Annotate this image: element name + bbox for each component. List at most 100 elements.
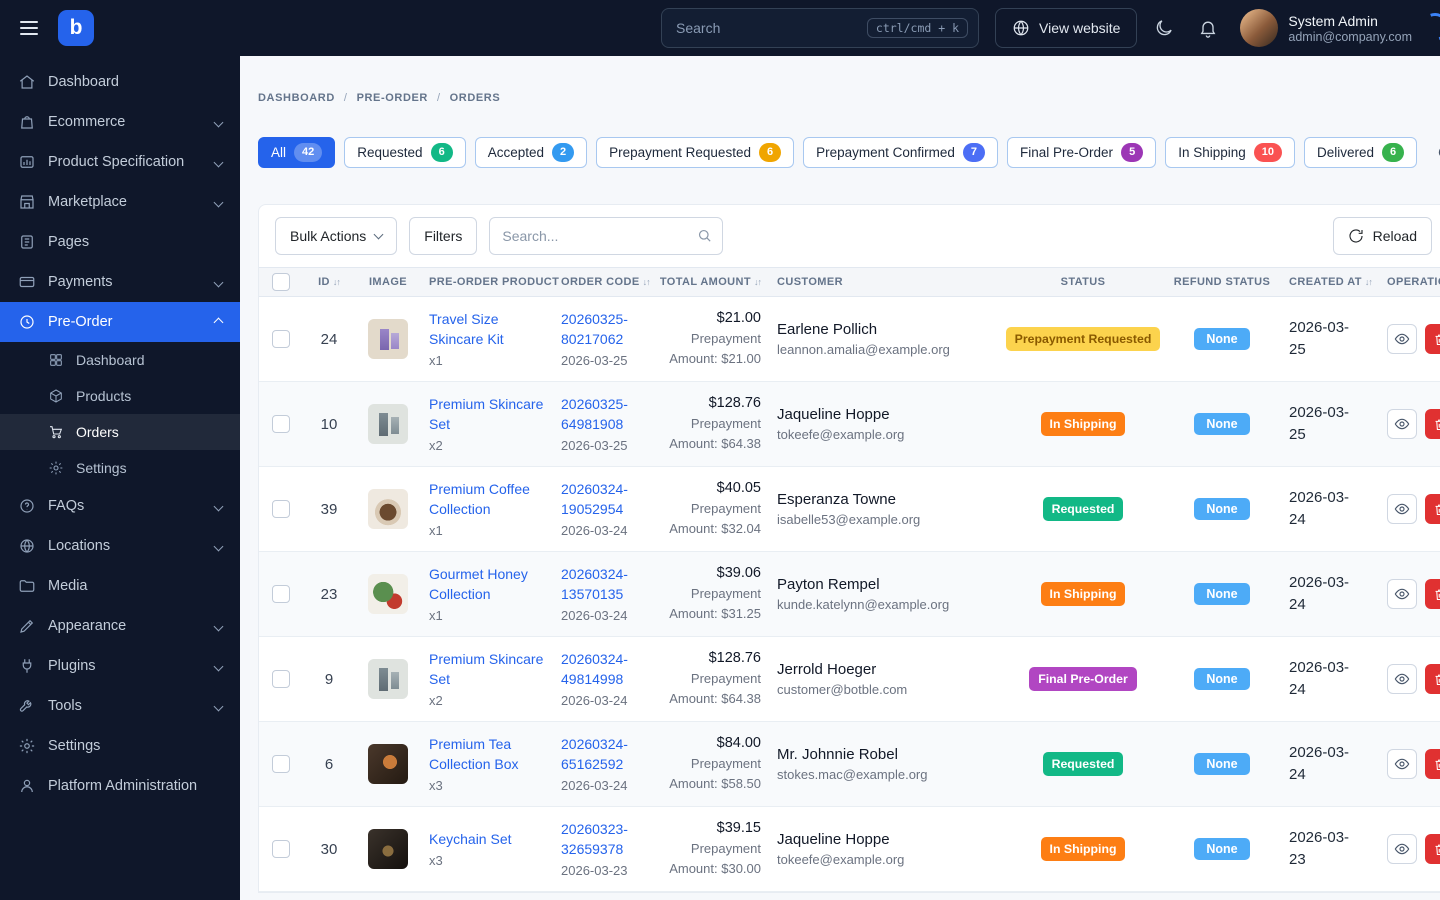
row-select-checkbox[interactable] — [272, 840, 290, 858]
view-order-button[interactable] — [1387, 834, 1417, 864]
row-select-checkbox[interactable] — [272, 670, 290, 688]
sidebar-subitem-orders[interactable]: Orders — [0, 414, 240, 450]
order-code-link[interactable]: 20260324-49814998 — [561, 651, 628, 687]
chevron-down-icon — [213, 277, 224, 287]
row-select-checkbox[interactable] — [272, 415, 290, 433]
row-select-checkbox[interactable] — [272, 330, 290, 348]
delete-order-button[interactable] — [1425, 579, 1440, 609]
col-header-order-code[interactable]: Order Code — [561, 276, 640, 288]
notifications-button[interactable] — [1196, 16, 1220, 40]
row-select-checkbox[interactable] — [272, 500, 290, 518]
sort-icon[interactable]: ↓↑ — [1365, 277, 1373, 287]
sidebar-item-tools[interactable]: Tools — [0, 686, 240, 726]
app-logo[interactable]: b — [58, 10, 94, 46]
sidebar-item-pages[interactable]: Pages — [0, 222, 240, 262]
bulk-actions-button[interactable]: Bulk Actions — [275, 217, 398, 255]
sidebar-subitem-settings[interactable]: Settings — [0, 450, 240, 486]
view-order-button[interactable] — [1387, 324, 1417, 354]
filters-button[interactable]: Filters — [409, 217, 478, 255]
filter-tab-in-shipping[interactable]: In Shipping 10 — [1165, 137, 1295, 168]
sidebar-item-ecommerce[interactable]: Ecommerce — [0, 102, 240, 142]
sidebar-item-product-specification[interactable]: Product Specification — [0, 142, 240, 182]
view-order-button[interactable] — [1387, 409, 1417, 439]
sort-icon[interactable]: ↓↑ — [754, 277, 762, 287]
order-code-link[interactable]: 20260325-64981908 — [561, 396, 628, 432]
delete-order-button[interactable] — [1425, 749, 1440, 779]
breadcrumb-pre-order[interactable]: PRE-ORDER — [357, 92, 428, 104]
product-link[interactable]: Premium Skincare Set — [429, 651, 543, 687]
filter-tab-prepayment-confirmed[interactable]: Prepayment Confirmed 7 — [803, 137, 999, 168]
view-order-button[interactable] — [1387, 664, 1417, 694]
sidebar-item-locations[interactable]: Locations — [0, 526, 240, 566]
product-link[interactable]: Keychain Set — [429, 831, 512, 847]
col-header-created-at[interactable]: Created At — [1289, 276, 1362, 288]
menu-toggle-button[interactable] — [14, 15, 44, 41]
created-at: 2026-03-24 — [1289, 659, 1350, 698]
delete-order-button[interactable] — [1425, 664, 1440, 694]
product-thumbnail[interactable] — [368, 744, 408, 784]
col-header-image: Image — [368, 276, 408, 288]
delete-order-button[interactable] — [1425, 324, 1440, 354]
sort-icon[interactable]: ↓↑ — [643, 277, 651, 287]
sidebar-item-dashboard[interactable]: Dashboard — [0, 62, 240, 102]
product-thumbnail[interactable] — [368, 659, 408, 699]
sidebar-item-settings[interactable]: Settings — [0, 726, 240, 766]
view-order-button[interactable] — [1387, 749, 1417, 779]
delete-order-button[interactable] — [1425, 494, 1440, 524]
product-thumbnail[interactable] — [368, 489, 408, 529]
sidebar-subitem-products[interactable]: Products — [0, 378, 240, 414]
product-thumbnail[interactable] — [368, 404, 408, 444]
select-all-checkbox[interactable] — [272, 273, 290, 291]
avatar[interactable] — [1240, 9, 1279, 47]
sidebar-item-label: Ecommerce — [48, 114, 126, 130]
dark-mode-toggle[interactable] — [1152, 16, 1176, 40]
order-code-link[interactable]: 20260325-80217062 — [561, 311, 628, 347]
row-select-checkbox[interactable] — [272, 755, 290, 773]
filter-tab-delivered[interactable]: Delivered 6 — [1304, 137, 1418, 168]
product-link[interactable]: Premium Coffee Collection — [429, 481, 530, 517]
view-website-button[interactable]: View website — [995, 8, 1138, 48]
user-menu[interactable]: System Admin admin@company.com — [1240, 9, 1412, 47]
col-header-id[interactable]: ID — [318, 276, 330, 288]
view-order-button[interactable] — [1387, 494, 1417, 524]
global-search-input[interactable] — [676, 20, 867, 36]
table-search-input[interactable] — [489, 217, 724, 255]
order-code-link[interactable]: 20260323-32659378 — [561, 821, 628, 857]
row-select-checkbox[interactable] — [272, 585, 290, 603]
product-thumbnail[interactable] — [368, 319, 408, 359]
product-link[interactable]: Premium Tea Collection Box — [429, 736, 519, 772]
product-link[interactable]: Travel Size Skincare Kit — [429, 311, 504, 347]
sidebar-item-marketplace[interactable]: Marketplace — [0, 182, 240, 222]
breadcrumb-dashboard[interactable]: DASHBOARD — [258, 92, 335, 104]
global-search[interactable]: ctrl/cmd + k — [661, 8, 979, 48]
product-thumbnail[interactable] — [368, 574, 408, 614]
view-order-button[interactable] — [1387, 579, 1417, 609]
sidebar-item-pre-order[interactable]: Pre-Order — [0, 302, 240, 342]
order-code-link[interactable]: 20260324-19052954 — [561, 481, 628, 517]
total-amount: $40.05 — [716, 480, 761, 496]
delete-order-button[interactable] — [1425, 409, 1440, 439]
filter-tab-cancelled[interactable]: Cancelled — [1426, 137, 1440, 168]
sidebar-item-appearance[interactable]: Appearance — [0, 606, 240, 646]
filter-tab-all[interactable]: All 42 — [258, 137, 336, 168]
order-code-link[interactable]: 20260324-13570135 — [561, 566, 628, 602]
order-code-link[interactable]: 20260324-65162592 — [561, 736, 628, 772]
product-qty: x1 — [429, 353, 443, 369]
sidebar-subitem-dashboard[interactable]: Dashboard — [0, 342, 240, 378]
filter-tab-prepayment-requested[interactable]: Prepayment Requested 6 — [596, 137, 795, 168]
sidebar-item-platform-administration[interactable]: Platform Administration — [0, 766, 240, 806]
sort-icon[interactable]: ↓↑ — [333, 277, 341, 287]
sidebar-item-faqs[interactable]: FAQs — [0, 486, 240, 526]
filter-tab-accepted[interactable]: Accepted 2 — [474, 137, 588, 168]
reload-button[interactable]: Reload — [1332, 217, 1432, 255]
filter-tab-requested[interactable]: Requested 6 — [344, 137, 466, 168]
sidebar-item-payments[interactable]: Payments — [0, 262, 240, 302]
product-link[interactable]: Gourmet Honey Collection — [429, 566, 528, 602]
col-header-total-amount[interactable]: Total Amount — [660, 276, 751, 288]
sidebar-item-plugins[interactable]: Plugins — [0, 646, 240, 686]
product-thumbnail[interactable] — [368, 829, 408, 869]
sidebar-item-media[interactable]: Media — [0, 566, 240, 606]
delete-order-button[interactable] — [1425, 834, 1440, 864]
filter-tab-final-pre-order[interactable]: Final Pre-Order 5 — [1007, 137, 1157, 168]
product-link[interactable]: Premium Skincare Set — [429, 396, 543, 432]
